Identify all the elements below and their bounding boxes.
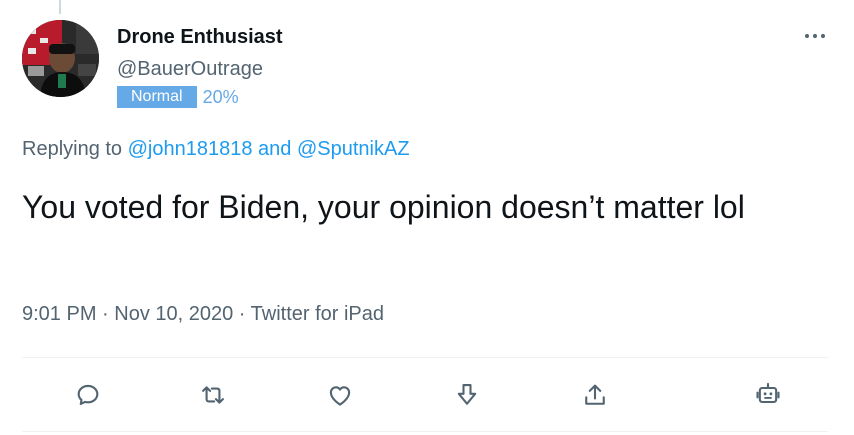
reply-icon bbox=[77, 384, 99, 406]
retweet-button[interactable] bbox=[195, 377, 231, 413]
replying-to-prefix: Replying to bbox=[22, 138, 128, 160]
divider bbox=[22, 357, 828, 358]
like-button[interactable] bbox=[322, 377, 358, 413]
divider bbox=[22, 431, 828, 432]
more-dot-icon bbox=[821, 34, 825, 38]
reply-button[interactable] bbox=[70, 377, 106, 413]
avatar-image bbox=[22, 20, 99, 97]
mention-link[interactable]: @john181818 bbox=[128, 138, 253, 160]
more-dot-icon bbox=[813, 34, 817, 38]
tweet-text: You voted for Biden, your opinion doesn’… bbox=[22, 189, 745, 225]
more-options-button[interactable] bbox=[800, 26, 830, 46]
user-handle[interactable]: @BauerOutrage bbox=[117, 58, 263, 81]
badge-label: Normal bbox=[117, 86, 197, 108]
bot-icon bbox=[756, 382, 780, 404]
avatar[interactable] bbox=[22, 20, 99, 97]
like-icon bbox=[329, 386, 351, 406]
tweet-timestamp[interactable]: 9:01 PM · Nov 10, 2020 · Twitter for iPa… bbox=[22, 303, 384, 326]
display-name[interactable]: Drone Enthusiast bbox=[117, 26, 283, 49]
thread-connector-line bbox=[59, 0, 61, 14]
more-dot-icon bbox=[805, 34, 809, 38]
replying-to: Replying to @john181818 and @SputnikAZ bbox=[22, 138, 410, 161]
retweet-icon bbox=[202, 386, 224, 404]
share-icon bbox=[585, 384, 605, 405]
mention-conjunction[interactable]: and bbox=[252, 138, 296, 160]
bot-button[interactable] bbox=[750, 377, 786, 413]
badge-percent: 20% bbox=[202, 86, 239, 107]
download-button[interactable] bbox=[449, 377, 485, 413]
user-badge: Normal 20% bbox=[117, 86, 239, 108]
share-button[interactable] bbox=[577, 377, 613, 413]
download-icon bbox=[457, 384, 477, 405]
mention-link[interactable]: @SputnikAZ bbox=[297, 138, 410, 160]
